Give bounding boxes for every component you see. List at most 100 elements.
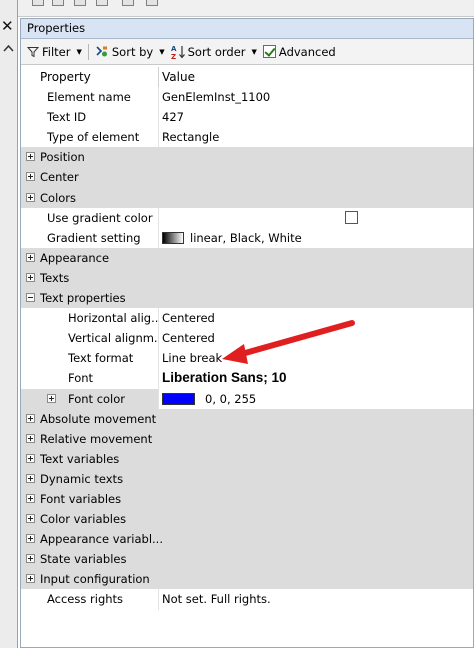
close-icon[interactable]: ✕ (1, 18, 14, 34)
property-row[interactable]: Text format Line break (21, 348, 473, 369)
expand-icon[interactable] (26, 433, 35, 443)
category-row-color-variables[interactable]: Color variables (21, 509, 473, 530)
expand-icon[interactable] (26, 514, 35, 524)
property-label: Access rights (47, 592, 124, 607)
sort-by-label: Sort by (111, 44, 154, 59)
align-icon[interactable] (52, 0, 64, 6)
category-row-absolute-movement[interactable]: Absolute movement (21, 408, 473, 429)
property-row[interactable]: Use gradient color (21, 207, 473, 228)
align-icon[interactable] (74, 0, 86, 6)
category-row-appearance[interactable]: Appearance (21, 247, 473, 268)
sort-order-button[interactable]: A Z Sort order ▼ (171, 44, 257, 60)
property-label: Element name (47, 90, 131, 105)
property-row[interactable]: Font Liberation Sans; 10 (21, 368, 473, 389)
category-label: Absolute movement (40, 411, 157, 426)
category-label: Relative movement (40, 431, 153, 446)
category-label: Input configuration (40, 572, 150, 587)
font-color-swatch[interactable] (162, 392, 195, 405)
property-value[interactable]: Liberation Sans; 10 (162, 368, 287, 388)
property-row[interactable]: Element name GenElemInst_1100 (21, 87, 473, 108)
property-label: Text ID (47, 110, 87, 125)
filter-label: Filter (42, 44, 71, 59)
filter-button[interactable]: Filter ▼ (27, 45, 82, 59)
advanced-label: Advanced (278, 44, 336, 59)
property-value[interactable]: Rectangle (158, 127, 473, 148)
expand-icon[interactable] (47, 393, 56, 403)
category-label: Texts (40, 270, 70, 285)
chevron-up-icon[interactable] (3, 44, 14, 54)
left-gutter: ✕ (0, 0, 18, 648)
property-value[interactable]: 427 (158, 107, 473, 128)
category-label: Dynamic texts (40, 471, 124, 486)
category-label: Font variables (40, 491, 122, 506)
property-value[interactable]: Line break (158, 348, 473, 369)
column-header-value[interactable]: Value (158, 67, 473, 88)
category-row-text-properties[interactable]: Text properties (21, 288, 473, 309)
properties-toolbar: Filter ▼ Sort by ▼ A Z Sort order ▼ Adva… (21, 39, 473, 65)
expand-icon[interactable] (26, 493, 35, 503)
property-row[interactable]: Type of element Rectangle (21, 127, 473, 148)
property-label: Font (68, 371, 94, 386)
category-label: Font color (68, 391, 126, 406)
property-row[interactable]: Vertical alignm... Centered (21, 328, 473, 349)
property-row[interactable]: Horizontal alig... Centered (21, 308, 473, 329)
category-row-font-color[interactable]: Font color 0, 0, 255 (21, 388, 473, 409)
expand-icon[interactable] (26, 534, 35, 544)
expand-icon[interactable] (26, 192, 35, 202)
property-value[interactable]: Centered (158, 328, 473, 349)
align-icon[interactable] (122, 0, 134, 6)
property-grid: Property Value Element name GenElemInst_… (21, 67, 473, 610)
expand-icon[interactable] (26, 574, 35, 584)
property-value[interactable]: 0, 0, 255 (205, 389, 256, 409)
use-gradient-checkbox[interactable] (345, 211, 358, 225)
category-row-position[interactable]: Position (21, 147, 473, 168)
category-row-text-variables[interactable]: Text variables (21, 448, 473, 469)
svg-text:A: A (171, 45, 177, 53)
category-row-center[interactable]: Center (21, 167, 473, 188)
property-value[interactable]: Centered (158, 308, 473, 329)
expand-icon[interactable] (26, 453, 35, 463)
column-header-property[interactable]: Property (40, 67, 158, 87)
expand-icon[interactable] (26, 252, 35, 262)
grid-header: Property Value (21, 67, 473, 88)
sort-by-button[interactable]: Sort by ▼ (95, 45, 165, 59)
category-row-texts[interactable]: Texts (21, 267, 473, 289)
align-icon[interactable] (96, 0, 108, 6)
property-label: Gradient setting (47, 230, 141, 245)
category-row-dynamic-texts[interactable]: Dynamic texts (21, 468, 473, 489)
category-label: State variables (40, 552, 127, 567)
property-value[interactable]: linear, Black, White (190, 228, 302, 248)
dropdown-caret-icon: ▼ (159, 47, 165, 56)
align-icon[interactable] (32, 0, 44, 6)
property-label: Use gradient color (47, 210, 153, 225)
svg-text:Z: Z (171, 53, 176, 60)
expand-icon[interactable] (26, 413, 35, 423)
property-row[interactable]: Gradient setting linear, Black, White (21, 227, 473, 248)
category-row-font-variables[interactable]: Font variables (21, 488, 473, 510)
expand-icon[interactable] (26, 172, 35, 182)
property-value[interactable]: Not set. Full rights. (158, 589, 473, 610)
property-label: Text format (68, 351, 134, 366)
category-row-input-configuration[interactable]: Input configuration (21, 569, 473, 590)
property-row[interactable]: Text ID 427 (21, 107, 473, 128)
category-label: Appearance variabl... (40, 532, 163, 547)
expand-icon[interactable] (26, 272, 35, 282)
expand-icon[interactable] (26, 473, 35, 483)
category-row-state-variables[interactable]: State variables (21, 549, 473, 570)
property-row[interactable]: Access rights Not set. Full rights. (21, 589, 473, 610)
collapse-icon[interactable] (26, 293, 35, 303)
dropdown-caret-icon: ▼ (251, 47, 257, 56)
category-row-colors[interactable]: Colors (21, 187, 473, 208)
expand-icon[interactable] (26, 152, 35, 162)
align-icon[interactable] (146, 0, 158, 6)
sort-az-icon: A Z (171, 45, 185, 60)
property-label: Horizontal alig... (68, 311, 158, 326)
category-row-relative-movement[interactable]: Relative movement (21, 428, 473, 449)
category-row-appearance-variables[interactable]: Appearance variabl... (21, 529, 473, 550)
sort-order-label: Sort order (187, 44, 246, 59)
advanced-checkbox[interactable] (262, 45, 276, 58)
advanced-toggle[interactable]: Advanced (262, 44, 336, 59)
expand-icon[interactable] (26, 554, 35, 564)
property-value[interactable]: GenElemInst_1100 (158, 87, 473, 108)
category-label: Text variables (40, 451, 120, 466)
